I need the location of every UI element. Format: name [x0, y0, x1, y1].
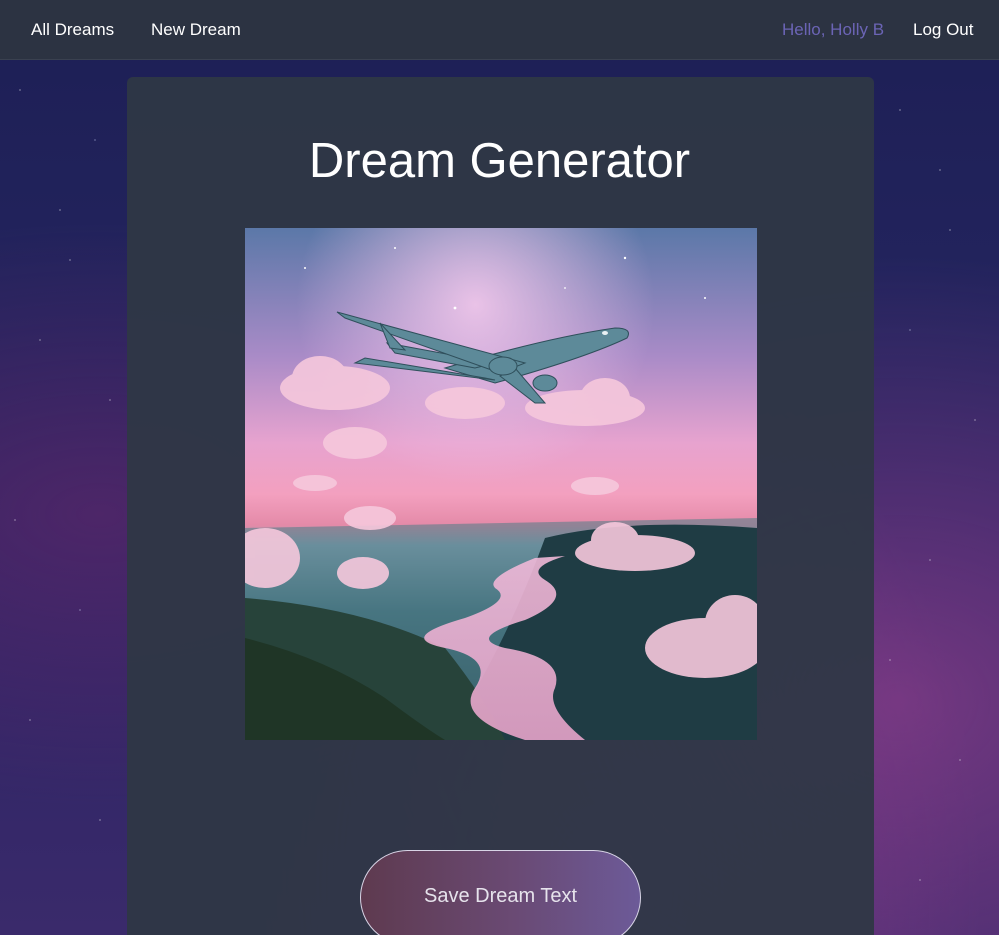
dream-image: [245, 228, 757, 740]
save-dream-text-button[interactable]: Save Dream Text: [360, 850, 641, 935]
top-navbar: All Dreams New Dream Hello, Holly B Log …: [0, 0, 999, 60]
logout-link[interactable]: Log Out: [913, 20, 974, 40]
nav-all-dreams-link[interactable]: All Dreams: [31, 20, 114, 40]
nav-new-dream-link[interactable]: New Dream: [151, 20, 241, 40]
page-title: Dream Generator: [308, 134, 691, 188]
user-greeting: Hello, Holly B: [782, 20, 885, 39]
